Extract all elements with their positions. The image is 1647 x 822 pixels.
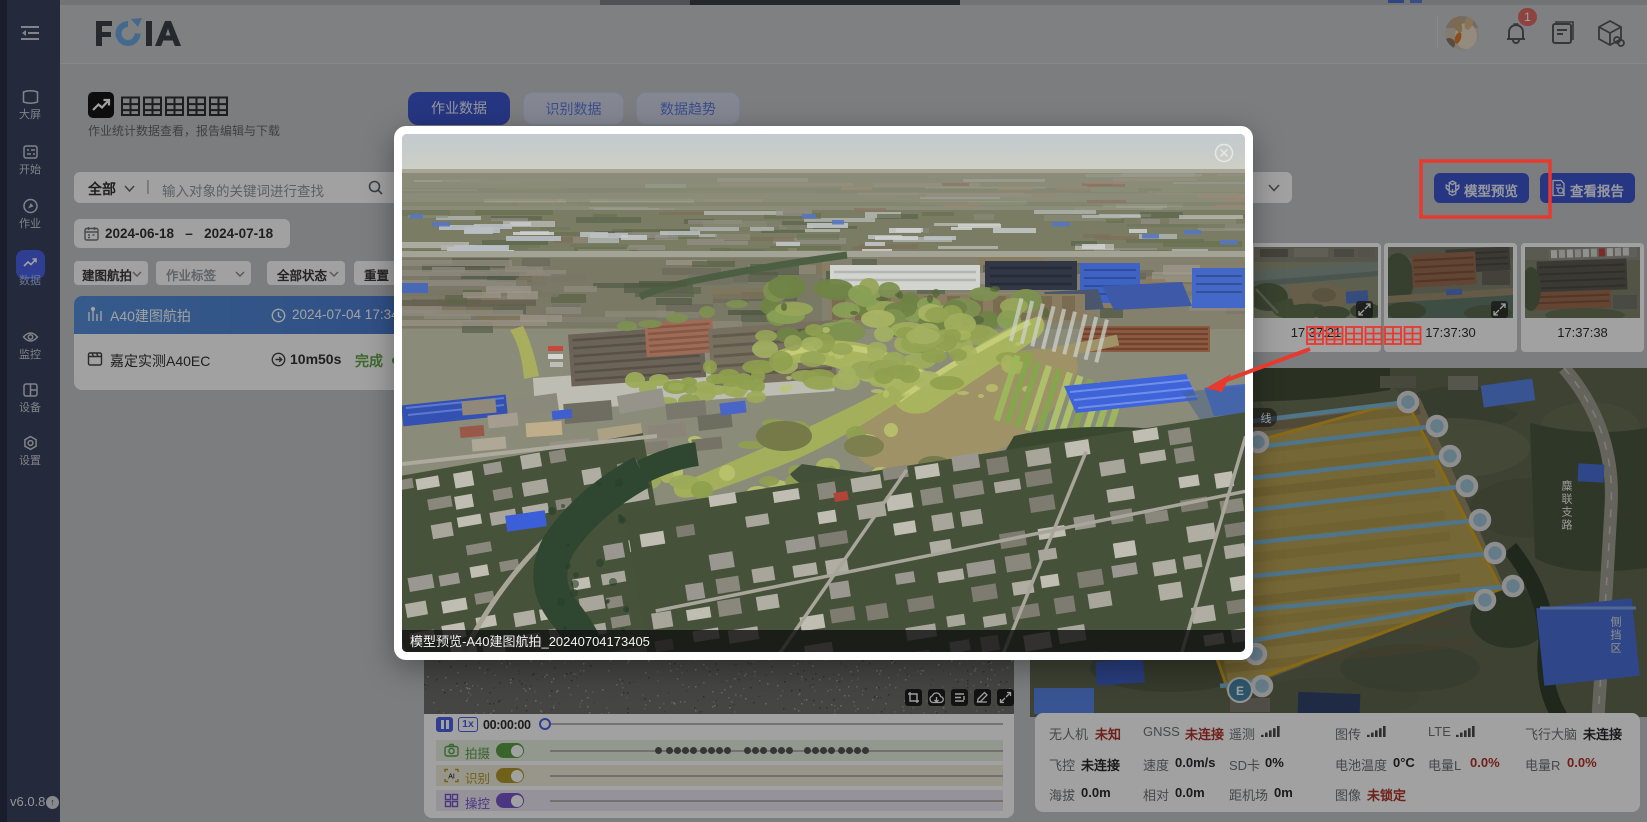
svg-text:模型预览-A40建图航拍_20240704173405: 模型预览-A40建图航拍_20240704173405 xyxy=(410,634,650,649)
svg-text:线: 线 xyxy=(1261,411,1272,425)
svg-text:麋联支路: 麋联支路 xyxy=(1560,479,1573,532)
svg-text:E: E xyxy=(1236,684,1244,698)
svg-text:AI: AI xyxy=(448,774,455,781)
svg-text:侧挡区: 侧挡区 xyxy=(1609,616,1622,655)
